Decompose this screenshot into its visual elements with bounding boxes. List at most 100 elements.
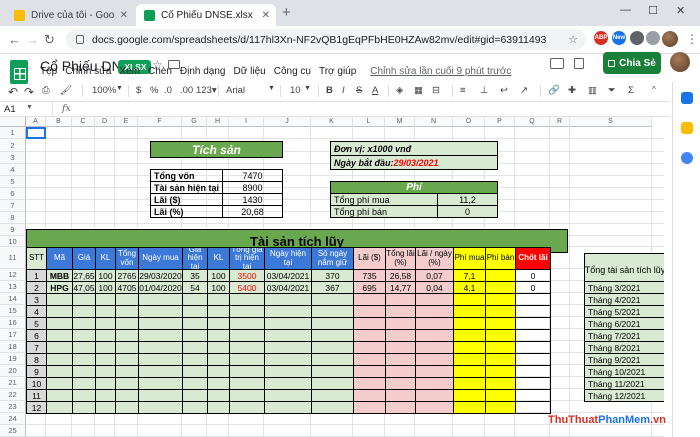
row-header[interactable]: 10 [0,236,26,247]
forward-icon[interactable]: → [26,32,39,47]
bold-button[interactable]: B [326,85,333,96]
table-cell[interactable] [95,401,116,414]
column-header[interactable]: M [385,117,415,127]
tong-phi-ban-value[interactable]: 0 [437,205,498,218]
row-header[interactable]: 11 [0,247,26,269]
collapse-menu-icon[interactable]: ^ [652,85,656,94]
keep-icon[interactable] [681,122,693,134]
table-header-cell[interactable]: Ngày hiện tại [264,247,312,270]
last-edit-link[interactable]: Chỉnh sửa lần cuối 9 phút trước [370,66,511,77]
column-header[interactable]: G [182,117,207,127]
profile-avatar[interactable] [662,31,678,47]
unit-note[interactable]: Đơn vị: x1000 vnđ [330,141,498,156]
paint-format-icon[interactable]: 🖌 [60,85,72,96]
row-header[interactable]: 25 [0,425,26,437]
selected-cell-a1[interactable] [26,127,46,139]
table-header-cell[interactable]: Phí mua [453,247,486,270]
menu-tools[interactable]: Công cụ [274,66,311,77]
table-header-cell[interactable]: Tổng giá trị hiện tại [229,247,265,270]
new-tab-icon[interactable]: + [282,4,291,21]
text-color-button[interactable]: A [372,85,378,96]
present-icon[interactable] [574,58,584,69]
column-header[interactable]: H [207,117,229,127]
font-select[interactable]: Arial [226,85,245,96]
row-header[interactable]: 9 [0,224,26,236]
column-header[interactable]: F [138,117,182,127]
text-rotation-icon[interactable]: ↗ [520,85,528,96]
row-header[interactable]: 3 [0,152,26,164]
font-size-select[interactable]: 10 [290,85,301,96]
menu-file[interactable]: Tệp [40,66,57,77]
table-cell[interactable] [264,401,312,414]
table-cell[interactable] [353,401,386,414]
increase-decimal-button[interactable]: .00 [180,85,193,96]
adblock-extension-icon[interactable]: ABP [594,31,608,45]
row-header[interactable]: 6 [0,188,26,200]
row-header[interactable]: 22 [0,389,26,401]
column-header[interactable]: B [46,117,72,127]
column-header[interactable]: C [72,117,95,127]
column-header[interactable]: K [311,117,353,127]
table-header-cell[interactable]: Chốt lãi [515,247,551,270]
redo-icon[interactable]: ↷ [24,85,34,99]
table-cell[interactable] [229,401,265,414]
table-cell[interactable] [138,401,183,414]
comment-history-icon[interactable] [550,58,564,69]
row-header[interactable]: 14 [0,293,26,305]
row-header[interactable]: 16 [0,317,26,329]
insert-link-icon[interactable]: 🔗 [548,85,560,96]
menu-data[interactable]: Dữ liệu [233,66,265,77]
merge-cells-icon[interactable]: ⊟ [432,85,440,96]
account-avatar[interactable] [670,52,690,72]
italic-button[interactable]: I [342,85,345,96]
table-cell[interactable] [311,401,354,414]
column-header[interactable]: D [95,117,115,127]
decrease-decimal-button[interactable]: .0 [164,85,172,96]
lai-percent-value[interactable]: 20,68 [222,205,283,218]
column-header[interactable]: A [26,117,46,127]
functions-icon[interactable]: Σ [628,85,634,96]
minimize-icon[interactable]: — [620,4,631,16]
menu-insert[interactable]: Chèn [148,66,172,77]
table-header-cell[interactable]: Ngày mua [138,247,183,270]
column-header[interactable]: E [115,117,138,127]
filter-icon[interactable]: ⏷ [608,85,616,96]
insert-chart-icon[interactable]: ▥ [588,85,597,96]
percent-format-button[interactable]: % [150,85,158,96]
table-header-cell[interactable]: KL [95,247,116,270]
borders-icon[interactable]: ▦ [414,85,423,96]
table-cell[interactable] [415,401,454,414]
column-header[interactable]: L [353,117,385,127]
table-header-cell[interactable]: Tổng vốn [115,247,139,270]
url-field[interactable]: docs.google.com/spreadsheets/d/117hl3Xn-… [66,29,586,50]
row-header[interactable]: 23 [0,401,26,413]
table-cell[interactable] [72,401,96,414]
table-header-cell[interactable]: Mã [46,247,73,270]
tab-sheets[interactable]: Cổ Phiếu DNSE.xlsx - Google Tra ✕ [136,4,276,26]
table-header-cell[interactable]: Số ngày nắm giữ [311,247,354,270]
bookmark-star-icon[interactable]: ☆ [568,33,578,46]
table-cell[interactable] [485,401,516,414]
tich-san-header[interactable]: Tích sản [150,141,283,158]
row-header[interactable]: 8 [0,212,26,224]
row-header[interactable]: 20 [0,365,26,377]
column-header[interactable]: P [485,117,515,127]
table-header-cell[interactable]: Phí bán [485,247,516,270]
extension-new-icon[interactable]: New [612,31,626,45]
calendar-icon[interactable] [681,92,693,104]
vertical-align-icon[interactable]: ⊥ [480,85,488,96]
table-cell[interactable] [515,401,551,414]
row-header[interactable]: 19 [0,353,26,365]
month-row[interactable]: Tháng 12/2021 [584,389,664,402]
column-header[interactable]: Q [515,117,550,127]
close-window-icon[interactable]: ✕ [676,4,685,17]
table-header-cell[interactable]: Lãi / ngày (%) [415,247,454,270]
horizontal-align-icon[interactable]: ≡ [460,85,466,96]
row-header[interactable]: 1 [0,127,26,139]
menu-format[interactable]: Định dạng [180,66,226,77]
column-header[interactable]: N [415,117,453,127]
row-header[interactable]: 2 [0,139,26,152]
share-button[interactable]: Chia Sẻ [603,52,661,74]
currency-format-button[interactable]: $ [136,85,141,96]
close-tab-icon[interactable]: ✕ [262,10,270,21]
